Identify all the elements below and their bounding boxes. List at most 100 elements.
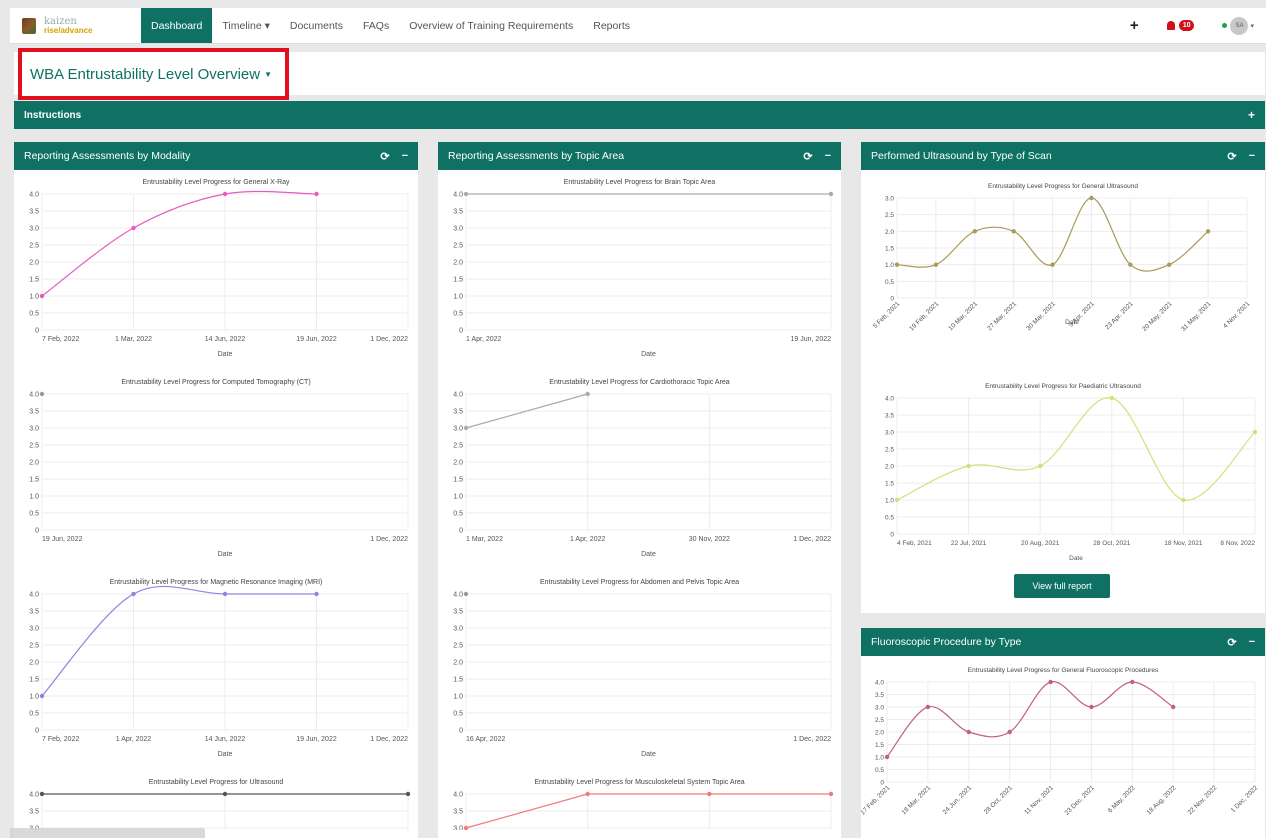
avatar[interactable]: SA [1230,16,1249,35]
nav-timeline[interactable]: Timeline ▾ [212,8,279,43]
y-tick-label: 4.0 [29,792,39,799]
y-tick-label: 2.0 [885,464,894,471]
x-axis-label: Date [641,751,656,758]
data-point[interactable] [884,754,890,760]
x-tick-label: 24 Jun, 2021 [942,784,974,816]
nav-documents[interactable]: Documents [280,8,353,43]
data-point[interactable] [1128,262,1133,267]
data-point[interactable] [222,791,228,797]
data-point[interactable] [463,191,469,197]
y-tick-label: 1.0 [875,755,884,762]
data-point[interactable] [1038,463,1043,469]
y-tick-label: 1.0 [885,498,894,505]
chart-title: Entrustability Level Progress for Ultras… [149,779,284,786]
y-tick-label: 2.5 [29,243,39,250]
refresh-icon[interactable]: ⟳ [803,150,812,163]
data-point[interactable] [1252,429,1258,435]
y-tick-label: 0 [890,532,894,539]
data-point[interactable] [314,191,319,197]
data-point[interactable] [1205,229,1211,234]
data-point[interactable] [925,704,931,710]
data-point[interactable] [1048,679,1053,685]
data-point[interactable] [405,791,411,797]
data-point[interactable] [463,591,469,597]
data-point[interactable] [933,262,939,267]
data-point[interactable] [972,229,977,234]
x-tick-label: 18 Mar, 2021 [901,784,933,816]
x-axis-label: Date [218,551,233,558]
data-point[interactable] [894,497,900,503]
y-tick-label: 4.0 [453,592,463,599]
refresh-icon[interactable]: ⟳ [1227,636,1236,649]
data-point[interactable] [1007,729,1012,735]
notifications-button[interactable]: 10 [1166,20,1195,31]
data-point[interactable] [1109,395,1114,401]
line-chart: Entrustability Level Progress for Magnet… [29,579,409,758]
data-point[interactable] [222,591,228,597]
y-tick-label: 4.0 [875,680,884,687]
page-title-dropdown[interactable]: WBA Entrustability Level Overview ▼ [18,48,289,100]
x-tick-label: 1 Dec, 2022 [793,736,831,743]
x-tick-label: 30 Nov, 2022 [689,536,730,543]
data-point[interactable] [131,591,136,597]
nav-faqs[interactable]: FAQs [353,8,399,43]
x-tick-label: 5 Feb, 2021 [872,300,902,330]
y-tick-label: 0 [35,328,39,335]
x-tick-label: 1 Dec, 2022 [370,736,408,743]
data-point[interactable] [222,191,228,197]
y-tick-label: 2.0 [885,229,894,236]
brand-logo[interactable]: kaizen rise/advance [10,8,141,43]
series-line [41,190,317,297]
y-tick-label: 3.0 [875,705,884,712]
y-tick-label: 0 [459,528,463,535]
data-point[interactable] [463,425,469,431]
data-point[interactable] [585,391,590,397]
x-tick-label: 10 Mar, 2021 [947,300,979,332]
data-point[interactable] [1011,229,1016,234]
data-point[interactable] [828,191,834,197]
data-point[interactable] [707,791,712,797]
nav-training-requirements[interactable]: Overview of Training Requirements [399,8,583,43]
y-tick-label: 1.5 [875,742,884,749]
chart-title: Entrustability Level Progress for Genera… [988,183,1138,190]
data-point[interactable] [585,791,590,797]
x-tick-label: 1 Dec, 2022 [1230,784,1260,814]
nav-dashboard[interactable]: Dashboard [141,8,213,43]
expand-icon[interactable]: + [1248,108,1255,122]
data-point[interactable] [1130,679,1135,685]
data-point[interactable] [39,391,45,397]
data-point[interactable] [131,225,136,231]
data-point[interactable] [39,693,45,699]
line-chart: Entrustability Level Progress for Genera… [861,667,1260,817]
chart-title: Entrustability Level Progress for Abdome… [540,579,739,586]
chevron-down-icon[interactable]: ▾ [1250,22,1254,30]
data-point[interactable] [1089,704,1094,710]
top-navbar: kaizen rise/advance Dashboard Timeline ▾… [10,8,1266,44]
data-point[interactable] [966,729,971,735]
view-full-report-button[interactable]: View full report [1014,574,1110,598]
y-tick-label: 3.5 [453,409,463,416]
data-point[interactable] [1167,262,1172,267]
data-point[interactable] [1181,497,1186,503]
data-point[interactable] [966,463,971,469]
add-icon[interactable]: + [1130,17,1139,34]
data-point[interactable] [1089,195,1094,201]
data-point[interactable] [1050,262,1055,267]
refresh-icon[interactable]: ⟳ [1227,150,1236,163]
data-point[interactable] [39,293,45,299]
data-point[interactable] [463,825,469,830]
x-tick-label: 28 Oct, 2021 [983,784,1015,816]
data-point[interactable] [39,791,45,797]
data-point[interactable] [1171,704,1176,710]
data-point[interactable] [314,591,319,597]
collapse-icon[interactable]: − [1249,636,1255,648]
collapse-icon[interactable]: − [1249,150,1255,162]
collapse-icon[interactable]: − [402,150,408,162]
instructions-bar[interactable]: Instructions + [14,101,1265,129]
collapse-icon[interactable]: − [825,150,831,162]
data-point[interactable] [828,791,834,797]
line-chart: Entrustability Level Progress for Genera… [872,183,1252,333]
data-point[interactable] [894,262,900,267]
nav-reports[interactable]: Reports [583,8,640,43]
refresh-icon[interactable]: ⟳ [380,150,389,163]
